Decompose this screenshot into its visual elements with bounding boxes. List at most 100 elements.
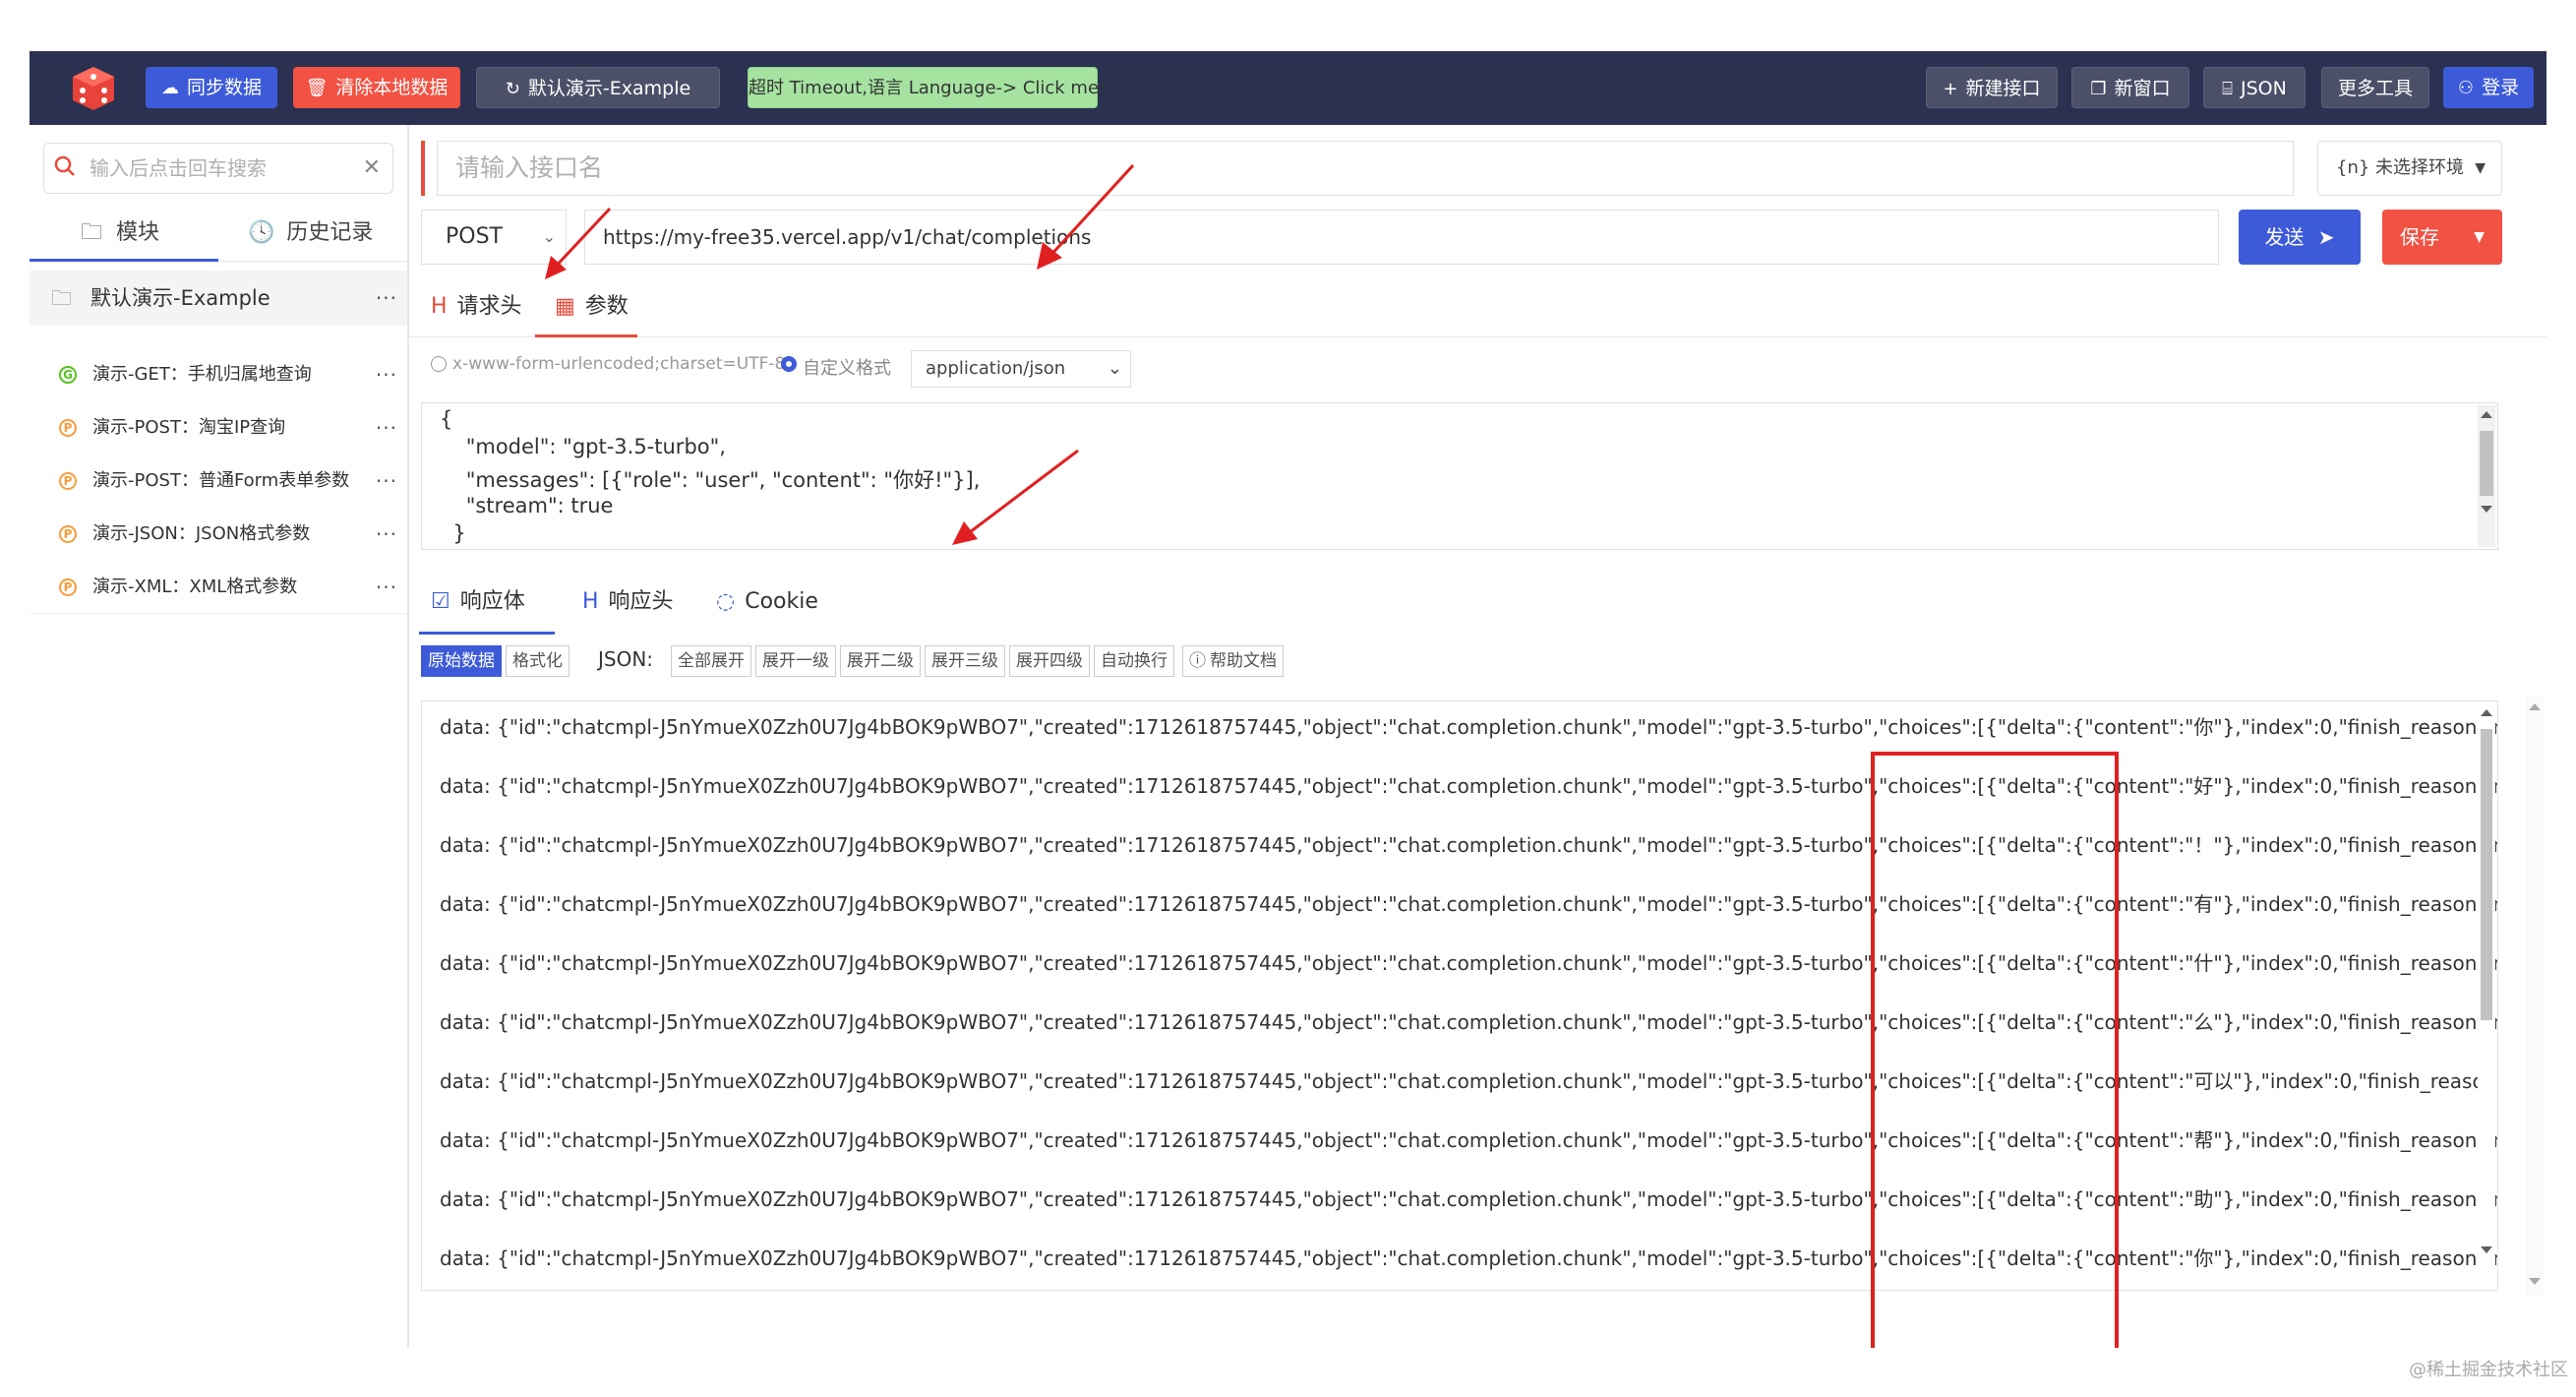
watermark: @稀土掘金技术社区 [2409,1360,2568,1380]
response-line: data: {"id":"chatcmpl-J5nYmueX0Zzh0U7Jg4… [440,1010,2498,1034]
item-more-icon[interactable]: ··· [376,509,397,560]
expand-level2-button[interactable]: 展开二级 [840,645,921,677]
scroll-thumb[interactable] [2481,729,2492,1020]
sidebar-item-xml[interactable]: P 演示-XML：XML格式参数 ··· [30,562,407,614]
scroll-up-icon[interactable] [2481,411,2492,418]
environment-select[interactable]: {n} 未选择环境 ▼ [2317,141,2502,196]
annotation-arrow-icon [545,207,612,279]
response-line: data: {"id":"chatcmpl-J5nYmueX0Zzh0U7Jg4… [440,951,2498,975]
active-tab-indicator [30,259,218,262]
expand-level4-button[interactable]: 展开四级 [1009,645,1090,677]
tab-response-body[interactable]: ☑ 响应体 [431,576,525,629]
request-body-editor[interactable]: { "model": "gpt-3.5-turbo", "messages": … [421,402,2498,550]
folder-example[interactable]: 🗀 默认演示-Example ··· [30,271,407,326]
tab-modules[interactable]: 🗀 模块 [81,206,159,261]
expand-level1-button[interactable]: 展开一级 [755,645,836,677]
json-button[interactable]: ⌸ JSON [2203,67,2306,108]
help-icon: ⓘ [1189,651,1206,671]
json-label: JSON: [598,647,654,671]
sidebar-item-get-phone[interactable]: G 演示-GET：手机归属地查询 ··· [30,349,407,400]
expand-level3-button[interactable]: 展开三级 [925,645,1005,677]
timeout-language-button[interactable]: 超时 Timeout,语言 Language-> Click me! [748,67,1106,108]
radio-form-urlencoded[interactable] [431,356,447,372]
response-line: data: {"id":"chatcmpl-J5nYmueX0Zzh0U7Jg4… [440,1128,2498,1152]
chevron-down-icon: ⌄ [1107,358,1122,379]
item-more-icon[interactable]: ··· [376,349,397,400]
save-button[interactable]: 保存 ▼ [2382,210,2502,265]
sidebar-item-label: 演示-GET：手机归属地查询 [92,364,312,385]
expand-all-button[interactable]: 全部展开 [671,645,751,677]
annotation-arrow-icon [1037,163,1135,270]
paper-plane-icon: ➤ [2317,225,2335,249]
search-icon [54,155,76,177]
post-method-icon: P [59,578,77,596]
url-input[interactable]: https://my-free35.vercel.app/v1/chat/com… [584,210,2219,265]
example-workspace-button[interactable]: ↻ 默认演示-Example [476,67,720,108]
response-tabs: ☑ 响应体 H 响应头 ◌ Cookie [409,576,2546,635]
more-tools-button[interactable]: 更多工具 [2321,67,2429,108]
plus-icon: + [1943,79,1958,99]
send-button[interactable]: 发送 ➤ [2239,210,2361,265]
new-api-button[interactable]: + 新建接口 [1926,67,2058,108]
response-body-viewer[interactable]: data: {"id":"chatcmpl-J5nYmueX0Zzh0U7Jg4… [421,700,2498,1291]
sidebar-item-label: 演示-POST：淘宝IP查询 [92,417,286,438]
checkbox-icon: ☑ [431,589,450,614]
page-scrollbar[interactable] [2526,696,2544,1296]
login-button[interactable]: ⚇ 登录 [2443,67,2534,108]
folder-icon: 🗀 [51,286,72,310]
header-h-icon: H [431,294,448,319]
request-tabs: H 请求头 ▦ 参数 [409,277,2546,337]
item-more-icon[interactable]: ··· [376,562,397,613]
scroll-thumb[interactable] [2480,431,2493,496]
sidebar-item-post-ip[interactable]: P 演示-POST：淘宝IP查询 ··· [30,402,407,454]
sidebar-item-json[interactable]: P 演示-JSON：JSON格式参数 ··· [30,509,407,560]
refresh-icon: ↻ [505,79,520,99]
body-format-row: x-www-form-urlencoded;charset=UTF-8 自定义格… [409,343,1589,388]
name-accent-bar [421,141,425,196]
editor-scrollbar[interactable] [2478,405,2495,547]
item-more-icon[interactable]: ··· [376,402,397,454]
get-method-icon: G [59,366,77,384]
main-panel: 请输入接口名 {n} 未选择环境 ▼ POST ⌄ https://my-fre… [409,125,2546,1348]
formatted-button[interactable]: 格式化 [506,645,569,677]
scroll-down-icon[interactable] [2481,506,2492,513]
tab-response-headers[interactable]: H 响应头 [582,576,674,629]
window-icon: ❐ [2090,79,2107,99]
header-h-icon: H [582,589,599,614]
scroll-up-icon[interactable] [2481,709,2492,716]
app-window: ☁ 同步数据 🗑 清除本地数据 ↻ 默认演示-Example 超时 Timeout,语… [30,51,2546,1348]
new-window-button[interactable]: ❐ 新窗口 [2071,67,2189,108]
tab-request-headers[interactable]: H 请求头 [431,277,522,336]
post-method-icon: P [59,472,77,490]
response-line: data: {"id":"chatcmpl-J5nYmueX0Zzh0U7Jg4… [440,1246,2498,1270]
caret-down-icon[interactable]: ▼ [2474,210,2485,265]
response-scrollbar[interactable] [2478,703,2495,1288]
search-input[interactable]: 输入后点击回车搜索 [90,144,267,193]
tab-cookie[interactable]: ◌ Cookie [716,576,818,629]
sidebar-search[interactable]: 输入后点击回车搜索 ✕ [43,143,393,194]
clear-local-data-button[interactable]: 🗑 清除本地数据 [293,67,460,108]
raw-data-button[interactable]: 原始数据 [421,645,502,677]
sidebar-item-post-form[interactable]: P 演示-POST：普通Form表单参数 ··· [30,456,407,507]
radio-custom-format[interactable] [781,356,797,372]
dice-logo-icon [69,63,118,112]
tab-history[interactable]: 🕓 历史记录 [248,206,373,261]
sidebar-item-label: 演示-XML：XML格式参数 [92,577,298,597]
sidebar-item-label: 演示-JSON：JSON格式参数 [92,523,311,544]
caret-down-icon: ▼ [2475,160,2486,176]
folder-more-icon[interactable]: ··· [376,271,397,326]
sidebar-item-label: 演示-POST：普通Form表单参数 [92,470,350,491]
word-wrap-button[interactable]: 自动换行 [1094,645,1174,677]
help-docs-button[interactable]: ⓘ 帮助文档 [1182,645,1284,677]
api-name-input[interactable]: 请输入接口名 [437,141,2294,196]
sync-data-button[interactable]: ☁ 同步数据 [146,67,277,108]
scroll-down-icon[interactable] [2481,1246,2492,1253]
response-line: data: {"id":"chatcmpl-J5nYmueX0Zzh0U7Jg4… [440,715,2498,739]
scroll-down-icon[interactable] [2529,1278,2541,1285]
clear-search-icon[interactable]: ✕ [363,144,381,193]
item-more-icon[interactable]: ··· [376,456,397,507]
scroll-up-icon[interactable] [2529,703,2541,710]
content-type-select[interactable]: application/json ⌄ [911,350,1131,388]
folder-icon: 🗀 [81,220,103,245]
cookie-icon: ◌ [716,589,736,614]
